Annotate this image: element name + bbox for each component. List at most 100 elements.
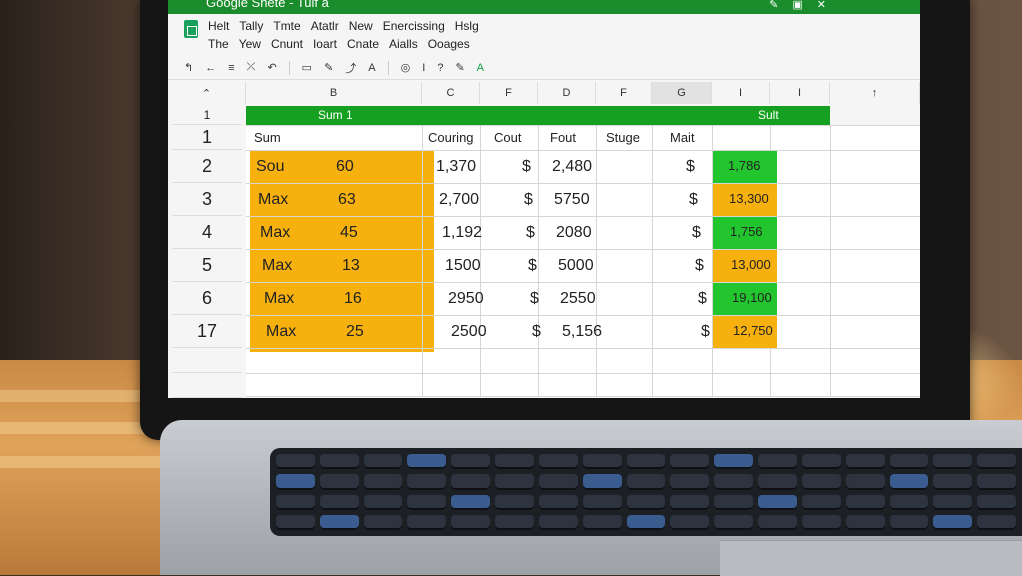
menu-item[interactable]: Enercissing: [383, 19, 445, 33]
cell-header-f[interactable]: Cout: [494, 130, 521, 145]
cell-amount[interactable]: 5000: [558, 257, 594, 275]
currency-symbol[interactable]: $: [701, 323, 710, 341]
column-header[interactable]: I: [712, 82, 770, 104]
cell-amount[interactable]: 5,156: [562, 323, 602, 341]
cell-area[interactable]: Sum Couring Cout Fout Stuge Mait Sou 60 1,…: [246, 125, 920, 397]
menu-item[interactable]: Yew: [239, 37, 261, 51]
toolbar-button-icon[interactable]: ↰: [184, 61, 193, 74]
currency-symbol[interactable]: $: [695, 257, 704, 275]
currency-symbol[interactable]: $: [530, 290, 539, 308]
menu-item[interactable]: Hslg: [455, 19, 479, 33]
cell-amount[interactable]: 1500: [445, 257, 481, 275]
cell-amount-highlighted[interactable]: 12,750: [733, 323, 773, 338]
currency-symbol[interactable]: $: [522, 158, 531, 176]
column-header[interactable]: I: [770, 82, 830, 104]
cell-amount[interactable]: 2080: [556, 224, 592, 242]
menu-item[interactable]: Cnunt: [271, 37, 303, 51]
row-header[interactable]: 6: [172, 282, 242, 315]
cell-amount[interactable]: 2,700: [439, 191, 479, 209]
cell-label[interactable]: Max: [258, 191, 288, 209]
column-header[interactable]: C: [422, 82, 480, 104]
toolbar-button-icon[interactable]: ←: [205, 62, 216, 74]
cell-value[interactable]: 63: [338, 191, 356, 209]
cell-header-sum[interactable]: Sum: [254, 130, 281, 145]
cell-amount[interactable]: 2550: [560, 290, 596, 308]
sheets-logo-icon[interactable]: [184, 20, 198, 38]
cell-amount-highlighted[interactable]: 1,756: [730, 224, 763, 239]
cell-amount-highlighted[interactable]: 13,300: [729, 191, 769, 206]
toolbar-button-icon[interactable]: ⤴: [345, 60, 356, 76]
cell-value[interactable]: 45: [340, 224, 358, 242]
row-header[interactable]: 2: [172, 150, 242, 183]
toolbar-button-icon[interactable]: ✎: [455, 61, 464, 74]
currency-symbol[interactable]: $: [528, 257, 537, 275]
menu-item[interactable]: Aialls: [389, 37, 418, 51]
row-header-empty[interactable]: [172, 373, 242, 398]
column-header[interactable]: D: [538, 82, 596, 104]
toolbar-button-icon[interactable]: ↶: [267, 61, 276, 74]
cell-label[interactable]: Max: [260, 224, 290, 242]
cell-amount-highlighted[interactable]: 1,786: [728, 158, 761, 173]
menu-item[interactable]: Helt: [208, 19, 229, 33]
toolbar-button-icon[interactable]: A: [368, 62, 375, 74]
currency-symbol[interactable]: $: [526, 224, 535, 242]
cell-header-f2[interactable]: Stuge: [606, 130, 640, 145]
close-icon[interactable]: ✕: [817, 0, 840, 11]
row-header[interactable]: 1: [172, 106, 242, 125]
currency-symbol[interactable]: $: [686, 158, 695, 176]
toolbar-button-icon[interactable]: ✎: [324, 61, 333, 74]
menu-item[interactable]: Ioart: [313, 37, 337, 51]
select-all-corner[interactable]: ⌃: [168, 82, 246, 104]
cell-header-c[interactable]: Couring: [428, 130, 474, 145]
cell-label[interactable]: Sou: [256, 158, 284, 176]
cell-amount[interactable]: 2500: [451, 323, 487, 341]
cell-amount[interactable]: 2,480: [552, 158, 592, 176]
toolbar-button-icon[interactable]: ▭: [302, 61, 312, 74]
currency-symbol[interactable]: $: [698, 290, 707, 308]
column-header[interactable]: F: [596, 82, 652, 104]
column-header-selected[interactable]: G: [652, 82, 712, 104]
menu-item[interactable]: Cnate: [347, 37, 379, 51]
column-header[interactable]: B: [246, 82, 422, 104]
currency-symbol[interactable]: $: [524, 191, 533, 209]
cell-value[interactable]: 25: [346, 323, 364, 341]
toolbar-button-icon[interactable]: I: [422, 62, 425, 74]
menu-item[interactable]: Tmte: [273, 19, 300, 33]
row-header[interactable]: 3: [172, 183, 242, 216]
cell-amount[interactable]: 1,192: [442, 224, 482, 242]
toolbar-button-icon[interactable]: ◎: [401, 61, 411, 74]
column-header[interactable]: F: [480, 82, 538, 104]
menu-item[interactable]: New: [349, 19, 373, 33]
row-header[interactable]: 17: [172, 315, 242, 348]
row-header[interactable]: 1: [172, 125, 242, 150]
menu-item[interactable]: Tally: [239, 19, 263, 33]
cell-label[interactable]: Max: [264, 290, 294, 308]
cell-amount[interactable]: 1,370: [436, 158, 476, 176]
cell-amount[interactable]: 5750: [554, 191, 590, 209]
toolbar-button-icon[interactable]: A: [477, 62, 484, 74]
menu-item[interactable]: Ooages: [428, 37, 470, 51]
menu-item[interactable]: The: [208, 37, 229, 51]
toolbar-button-icon[interactable]: ≡: [228, 62, 234, 74]
toolbar-button-icon[interactable]: ⤫: [247, 61, 256, 74]
cell-value[interactable]: 16: [344, 290, 362, 308]
window-controls[interactable]: ✎▣✕: [769, 0, 840, 11]
share-icon[interactable]: ✎: [769, 0, 792, 11]
column-header-scroll[interactable]: ↑: [830, 82, 920, 104]
currency-symbol[interactable]: $: [692, 224, 701, 242]
cell-label[interactable]: Max: [266, 323, 296, 341]
cell-value[interactable]: 60: [336, 158, 354, 176]
row-header-empty[interactable]: [172, 348, 242, 373]
minimize-icon[interactable]: ▣: [792, 0, 816, 11]
cell-label[interactable]: Max: [262, 257, 292, 275]
cell-header-d[interactable]: Fout: [550, 130, 576, 145]
cell-amount-highlighted[interactable]: 19,100: [732, 290, 772, 305]
cell-value[interactable]: 13: [342, 257, 360, 275]
cell-amount-highlighted[interactable]: 13,000: [731, 257, 771, 272]
menu-item[interactable]: Atatlr: [311, 19, 339, 33]
toolbar-button-icon[interactable]: ?: [437, 62, 443, 74]
cell-header-g[interactable]: Mait: [670, 130, 695, 145]
currency-symbol[interactable]: $: [689, 191, 698, 209]
row-header[interactable]: 5: [172, 249, 242, 282]
row-header[interactable]: 4: [172, 216, 242, 249]
